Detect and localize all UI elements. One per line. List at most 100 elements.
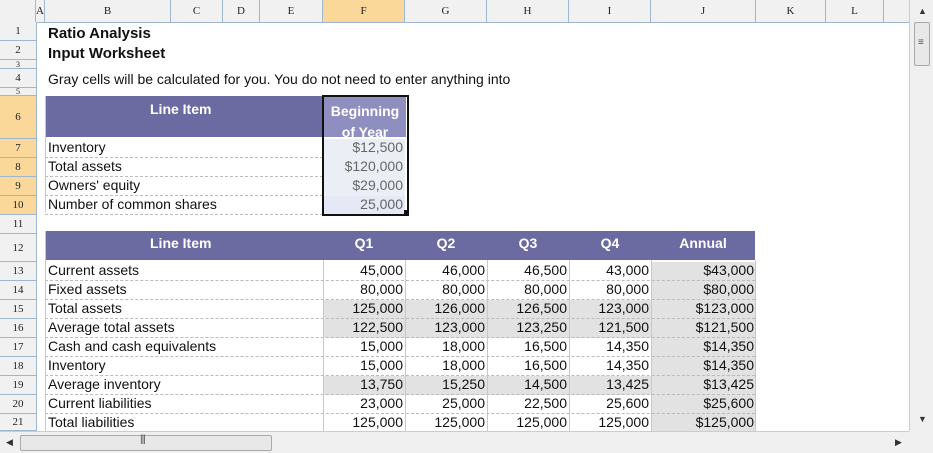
table2-q3-value[interactable]: 14,500 <box>487 376 567 392</box>
sheet-note: Gray cells will be calculated for you. Y… <box>48 71 511 87</box>
column-header-f[interactable]: F <box>323 0 405 22</box>
table2-annual-value: $43,000 <box>703 262 754 278</box>
table2-q4-value[interactable]: 14,350 <box>569 338 649 354</box>
table2-annual-value: $14,350 <box>703 338 754 354</box>
column-header-d[interactable]: D <box>223 0 260 22</box>
row-header-10[interactable]: 10 <box>0 196 36 215</box>
table2-q4-value[interactable]: 123,000 <box>569 300 649 316</box>
column-header-a[interactable]: A <box>36 0 45 22</box>
table2-q1-value[interactable]: 13,750 <box>323 376 403 392</box>
table1-row-label: Number of common shares <box>48 196 217 212</box>
row-header-14[interactable]: 14 <box>0 281 36 300</box>
table2-q4-value[interactable]: 121,500 <box>569 319 649 335</box>
column-header-l[interactable]: L <box>826 0 884 22</box>
row-header-20[interactable]: 20 <box>0 395 36 414</box>
table1-row-label: Inventory <box>48 139 106 155</box>
sheet-title: Ratio Analysis <box>48 25 151 42</box>
table2-q2-value[interactable]: 126,000 <box>405 300 485 316</box>
sheet-grid[interactable]: Ratio Analysis Input Worksheet Gray cell… <box>37 23 909 431</box>
table2-annual-value: $25,600 <box>703 395 754 411</box>
row-header-5[interactable]: 5 <box>0 88 36 96</box>
row-header-3[interactable]: 3 <box>0 60 36 69</box>
table2-q3-value[interactable]: 16,500 <box>487 357 567 373</box>
table2-q3-value[interactable]: 123,250 <box>487 319 567 335</box>
table2-row-label: Total liabilities <box>48 414 135 430</box>
table2-q2-value[interactable]: 125,000 <box>405 414 485 430</box>
table2-q3-value[interactable]: 16,500 <box>487 338 567 354</box>
table2-q3-value[interactable]: 46,500 <box>487 262 567 278</box>
vertical-scrollbar[interactable]: ▲ ≡ ▼ <box>909 0 933 431</box>
table2-q1-value[interactable]: 125,000 <box>323 300 403 316</box>
horizontal-scrollbar[interactable]: ◀ ||| ▶ <box>0 431 909 453</box>
column-header-i[interactable]: I <box>569 0 651 22</box>
row-header-11[interactable]: 11 <box>0 215 36 234</box>
column-header-h[interactable]: H <box>487 0 569 22</box>
column-divider <box>405 260 406 431</box>
table2-q3-value[interactable]: 22,500 <box>487 395 567 411</box>
horizontal-scroll-thumb[interactable] <box>20 435 272 451</box>
column-divider <box>651 260 652 431</box>
table2-q4-value[interactable]: 125,000 <box>569 414 649 430</box>
column-divider <box>487 260 488 431</box>
table2-q2-value[interactable]: 80,000 <box>405 281 485 297</box>
column-header-c[interactable]: C <box>171 0 223 22</box>
table2-q4-value[interactable]: 80,000 <box>569 281 649 297</box>
row-header-8[interactable]: 8 <box>0 158 36 177</box>
table2-row-label: Inventory <box>48 357 106 373</box>
triangle-right-icon[interactable]: ▶ <box>895 437 902 448</box>
table2-q1-value[interactable]: 122,500 <box>323 319 403 335</box>
row-header-2[interactable]: 2 <box>0 41 36 60</box>
row-header-19[interactable]: 19 <box>0 376 36 395</box>
row-header-21[interactable]: 21 <box>0 414 36 431</box>
table2-q1-value[interactable]: 80,000 <box>323 281 403 297</box>
table2-q4-value[interactable]: 14,350 <box>569 357 649 373</box>
table2-q4-value[interactable]: 25,600 <box>569 395 649 411</box>
row-header-16[interactable]: 16 <box>0 319 36 338</box>
column-header-b[interactable]: B <box>45 0 171 22</box>
table2-annual-value: $80,000 <box>703 281 754 297</box>
triangle-up-icon[interactable]: ▲ <box>918 6 927 16</box>
triangle-down-icon[interactable]: ▼ <box>918 414 927 424</box>
table2-q2-value[interactable]: 15,250 <box>405 376 485 392</box>
row-header-9[interactable]: 9 <box>0 177 36 196</box>
table2-q4-value[interactable]: 13,425 <box>569 376 649 392</box>
table2-q3-value[interactable]: 80,000 <box>487 281 567 297</box>
table2-row-label: Total assets <box>48 300 122 316</box>
table2-q2-value[interactable]: 123,000 <box>405 319 485 335</box>
table2-q2-value[interactable]: 25,000 <box>405 395 485 411</box>
column-divider <box>323 260 324 431</box>
grip-icon: ≡ <box>918 37 924 48</box>
row-header-6[interactable]: 6 <box>0 96 36 139</box>
row-header-17[interactable]: 17 <box>0 338 36 357</box>
row-divider <box>45 214 323 215</box>
row-header-7[interactable]: 7 <box>0 139 36 158</box>
column-header-e[interactable]: E <box>260 0 323 22</box>
row-header-12[interactable]: 12 <box>0 234 36 262</box>
table2-q2-value[interactable]: 18,000 <box>405 357 485 373</box>
table1-row-label: Total assets <box>48 158 122 174</box>
table2-q1-value[interactable]: 15,000 <box>323 357 403 373</box>
column-header-bar: ABCDEFGHIJKL <box>0 0 909 23</box>
row-header-15[interactable]: 15 <box>0 300 36 319</box>
table2-q1-value[interactable]: 125,000 <box>323 414 403 430</box>
table2-q3-value[interactable]: 126,500 <box>487 300 567 316</box>
table2-annual-value: $13,425 <box>703 376 754 392</box>
row-header-1[interactable]: 1 <box>0 22 36 41</box>
fill-handle[interactable] <box>404 210 409 215</box>
table2-q2-value[interactable]: 46,000 <box>405 262 485 278</box>
table2-q1-value[interactable]: 45,000 <box>323 262 403 278</box>
select-all-corner[interactable] <box>0 0 36 22</box>
row-header-4[interactable]: 4 <box>0 69 36 88</box>
table2-q1-value[interactable]: 23,000 <box>323 395 403 411</box>
column-header-g[interactable]: G <box>405 0 487 22</box>
table2-q2-value[interactable]: 18,000 <box>405 338 485 354</box>
table2-q3-value[interactable]: 125,000 <box>487 414 567 430</box>
column-divider <box>755 260 756 431</box>
table2-q4-value[interactable]: 43,000 <box>569 262 649 278</box>
triangle-left-icon[interactable]: ◀ <box>6 437 13 448</box>
column-header-j[interactable]: J <box>651 0 756 22</box>
table2-q1-value[interactable]: 15,000 <box>323 338 403 354</box>
row-header-13[interactable]: 13 <box>0 262 36 281</box>
column-header-k[interactable]: K <box>756 0 826 22</box>
row-header-18[interactable]: 18 <box>0 357 36 376</box>
